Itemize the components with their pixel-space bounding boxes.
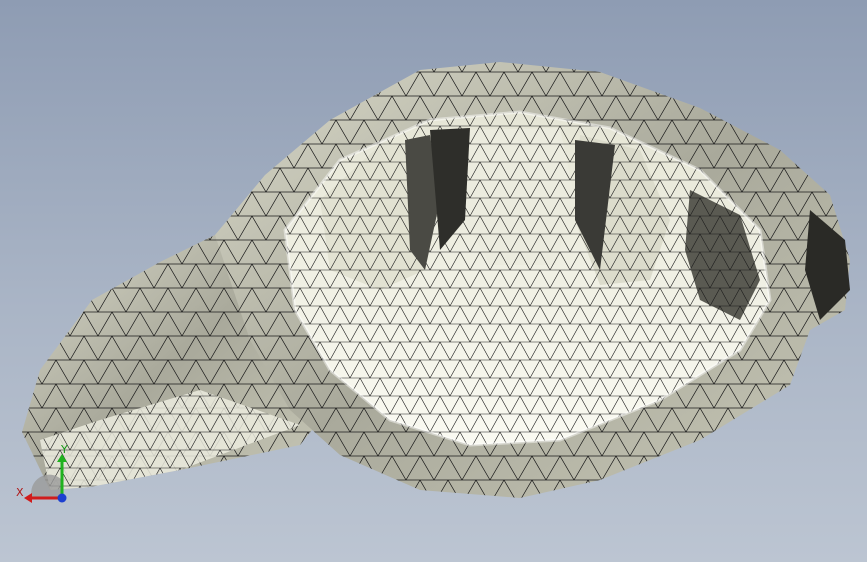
coordinate-triad: X Y	[10, 440, 80, 510]
y-axis-label: Y	[61, 443, 68, 456]
graphics-viewport[interactable]: X Y	[0, 0, 867, 562]
mesh-model[interactable]	[0, 0, 867, 562]
x-axis-label: X	[16, 486, 24, 499]
triad-icon	[24, 454, 67, 503]
